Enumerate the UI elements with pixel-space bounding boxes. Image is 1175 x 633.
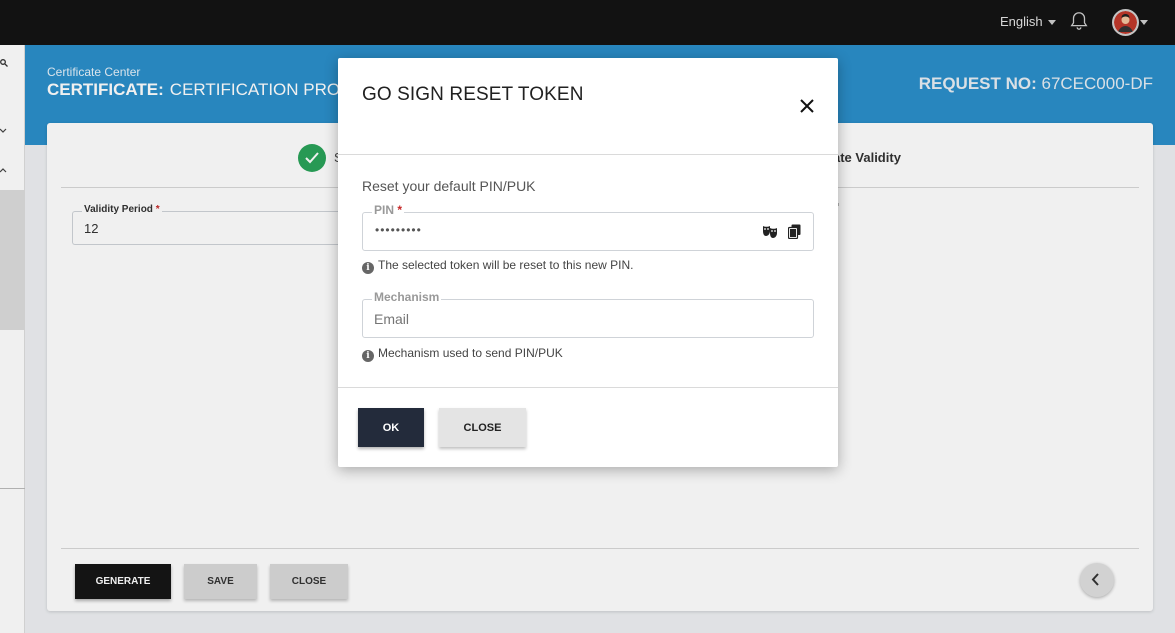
required-mark: * — [397, 203, 403, 217]
info-icon: i — [362, 262, 374, 274]
mechanism-label: Mechanism — [372, 290, 442, 304]
dialog-footer-divider — [338, 387, 838, 388]
mechanism-hint-text: Mechanism used to send PIN/PUK — [378, 346, 563, 360]
dialog-close-button[interactable]: CLOSE — [439, 408, 526, 447]
dialog-subtitle: Reset your default PIN/PUK — [362, 178, 536, 194]
ok-button[interactable]: OK — [358, 408, 424, 447]
dialog-title: GO SIGN RESET TOKEN — [362, 84, 584, 105]
pin-value[interactable]: ••••••••• — [375, 223, 422, 237]
close-icon[interactable] — [797, 96, 817, 116]
pin-field[interactable] — [362, 212, 814, 251]
pin-label-text: PIN — [374, 203, 395, 217]
copy-icon[interactable] — [788, 224, 801, 239]
pin-hint-text: The selected token will be reset to this… — [378, 258, 634, 272]
mechanism-input[interactable] — [374, 311, 794, 327]
info-icon: i — [362, 350, 374, 362]
mechanism-hint: i Mechanism used to send PIN/PUK — [362, 346, 563, 362]
reset-token-dialog: GO SIGN RESET TOKEN Reset your default P… — [338, 58, 838, 467]
pin-hint: i The selected token will be reset to thi… — [362, 258, 633, 274]
dialog-header-divider — [338, 154, 838, 155]
mask-toggle-icon[interactable] — [762, 224, 778, 238]
pin-label: PIN * — [372, 203, 405, 217]
